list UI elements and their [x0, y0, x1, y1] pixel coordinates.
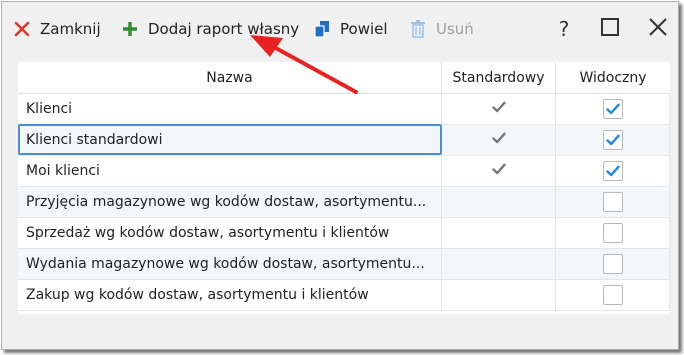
- visible-cell: [556, 125, 670, 155]
- standard-cell: [442, 280, 556, 310]
- table-row[interactable]: Sprzedaż wg kodów dostaw, asortymentu i …: [18, 218, 670, 249]
- help-button[interactable]: ?: [551, 16, 577, 42]
- plus-icon: [120, 19, 140, 39]
- toolbar: Zamknij Dodaj raport własny Powiel Usuń …: [2, 2, 678, 58]
- standard-checkmark-icon: [491, 163, 506, 179]
- visible-checkbox[interactable]: [602, 254, 623, 274]
- table-row[interactable]: Moi klienci: [18, 156, 670, 187]
- visible-checkbox[interactable]: [602, 99, 623, 119]
- report-name-cell[interactable]: Zakup wg kodów dostaw, asortymentu i kli…: [18, 280, 442, 310]
- report-window: Zamknij Dodaj raport własny Powiel Usuń …: [1, 1, 679, 350]
- delete-button[interactable]: Usuń: [408, 16, 474, 42]
- visible-checkbox[interactable]: [602, 161, 623, 181]
- standard-cell: [442, 249, 556, 279]
- table-row[interactable]: Klienci standardowi: [18, 124, 670, 156]
- standard-checkmark-icon: [491, 132, 506, 148]
- report-name-cell[interactable]: Sprzedaż wg kodów dostaw, asortymentu i …: [18, 218, 442, 248]
- visible-cell: [556, 156, 670, 186]
- visible-checkbox[interactable]: [602, 285, 623, 305]
- close-button[interactable]: Zamknij: [12, 16, 101, 42]
- delete-label: Usuń: [436, 20, 474, 38]
- visible-checkbox[interactable]: [602, 192, 623, 212]
- visible-cell: [556, 218, 670, 248]
- add-report-button[interactable]: Dodaj raport własny: [120, 16, 299, 42]
- report-name-cell[interactable]: Klienci: [18, 94, 442, 124]
- table-row[interactable]: Zakup wg kodów dostaw, asortymentu i kli…: [18, 280, 670, 311]
- standard-cell: [442, 94, 556, 124]
- standard-cell: [442, 156, 556, 186]
- report-name-cell[interactable]: Moi klienci: [18, 156, 442, 186]
- maximize-icon: [601, 18, 619, 40]
- close-x-icon: [12, 19, 32, 39]
- add-report-label: Dodaj raport własny: [148, 20, 300, 38]
- table-row[interactable]: Wydania magazynowe wg kodów dostaw, asor…: [18, 249, 670, 280]
- close-label: Zamknij: [40, 20, 101, 38]
- duplicate-icon: [312, 19, 332, 39]
- duplicate-button[interactable]: Powiel: [312, 16, 388, 42]
- visible-checkbox[interactable]: [602, 130, 623, 150]
- standard-cell: [442, 187, 556, 217]
- column-header-name[interactable]: Nazwa: [18, 62, 442, 94]
- report-name-cell[interactable]: Przyjęcia magazynowe wg kodów dostaw, as…: [18, 187, 442, 217]
- standard-cell: [442, 218, 556, 248]
- standard-cell: [442, 125, 556, 155]
- maximize-button[interactable]: [597, 16, 623, 42]
- visible-cell: [556, 249, 670, 279]
- window-close-icon: [649, 18, 667, 40]
- visible-cell: [556, 187, 670, 217]
- report-name-cell[interactable]: Klienci standardowi: [18, 124, 442, 155]
- duplicate-label: Powiel: [340, 20, 388, 38]
- visible-cell: [556, 280, 670, 310]
- standard-checkmark-icon: [491, 101, 506, 117]
- reports-table: Nazwa Standardowy Widoczny Klienci Klienc…: [18, 62, 670, 314]
- table-row[interactable]: Klienci: [18, 94, 670, 125]
- column-header-standard[interactable]: Standardowy: [442, 62, 556, 94]
- table-row[interactable]: Przyjęcia magazynowe wg kodów dostaw, as…: [18, 187, 670, 218]
- visible-checkbox[interactable]: [602, 223, 623, 243]
- visible-cell: [556, 94, 670, 124]
- trash-icon: [408, 19, 428, 39]
- report-name-cell[interactable]: Wydania magazynowe wg kodów dostaw, asor…: [18, 249, 442, 279]
- help-label: ?: [558, 17, 570, 41]
- column-header-visible[interactable]: Widoczny: [556, 62, 670, 94]
- window-close-button[interactable]: [645, 16, 671, 42]
